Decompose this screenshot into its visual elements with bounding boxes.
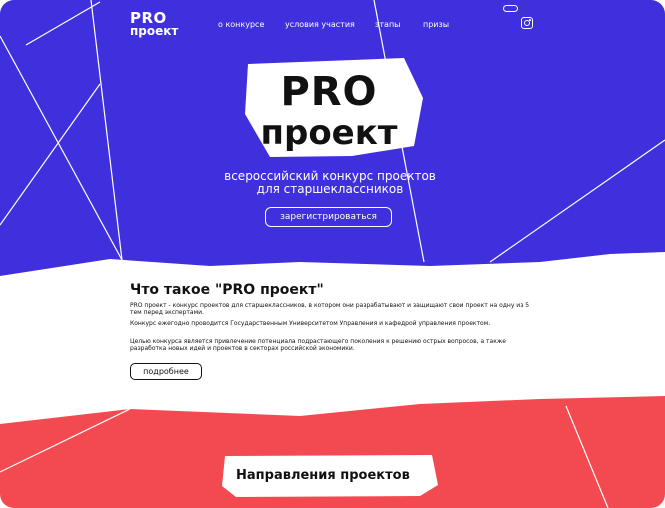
toggle-icon[interactable] bbox=[503, 5, 518, 12]
hero-title-line1: PRO bbox=[280, 69, 378, 115]
nav-link-conditions[interactable]: условия участия bbox=[285, 20, 355, 29]
about-paragraph-1: PRO проект - конкурс проектов для старше… bbox=[130, 302, 530, 316]
nav-link-prizes[interactable]: призы bbox=[423, 20, 449, 29]
hero-title-line2: проект bbox=[260, 113, 398, 153]
nav-link-about[interactable]: о конкурсе bbox=[218, 20, 264, 29]
about-paragraph-3: Целью конкурса является привлечение поте… bbox=[130, 338, 506, 352]
header-logo-line2: проект bbox=[130, 24, 179, 38]
more-button[interactable]: подробнее bbox=[130, 363, 202, 380]
nav-link-stages[interactable]: этапы bbox=[375, 20, 401, 29]
directions-heading: Направления проектов bbox=[236, 468, 410, 483]
landing-page: PRO проект о конкурсе условия участия эт… bbox=[0, 0, 665, 508]
header-logo[interactable]: PRO проект bbox=[130, 11, 179, 38]
hero-subtitle-line2: для старшеклассников bbox=[256, 182, 404, 196]
register-button[interactable]: зарегистрироваться bbox=[265, 207, 392, 227]
hero-subtitle: всероссийский конкурс проектов для старш… bbox=[190, 170, 470, 196]
about-paragraph-2: Конкурс ежегодно проводится Государствен… bbox=[130, 320, 491, 327]
about-heading: Что такое "PRO проект" bbox=[130, 282, 324, 298]
instagram-icon[interactable] bbox=[521, 17, 533, 29]
hero-title: PRO проект bbox=[244, 72, 414, 150]
